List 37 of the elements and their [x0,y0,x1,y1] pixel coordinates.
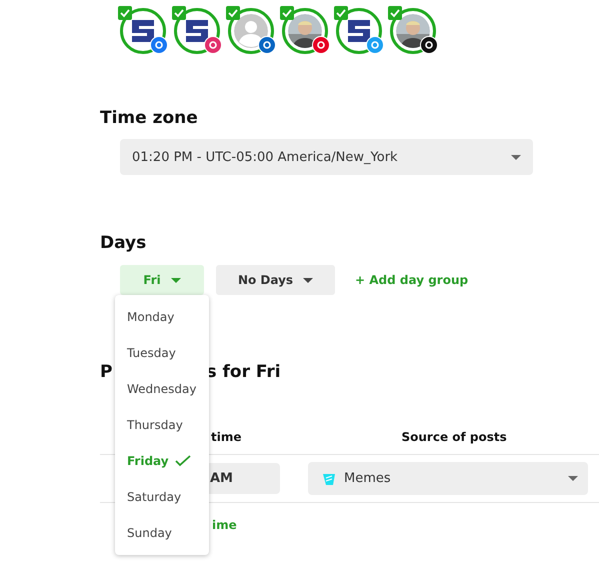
network-badge-icon [204,36,222,54]
day-menu-item[interactable]: Wednesday [115,371,209,407]
day-menu-item[interactable]: Tuesday [115,335,209,371]
network-badge-icon [420,36,438,54]
day-group-dropdown[interactable]: No Days [216,265,335,295]
source-select[interactable]: Memes [308,462,588,495]
day-menu-item[interactable]: Thursday [115,407,209,443]
section-heading: P [100,362,112,382]
day-menu-item[interactable]: Monday [115,299,209,335]
checkbox[interactable] [280,6,294,20]
caret-icon [511,154,521,160]
caret-icon [568,476,578,481]
day-menu-item[interactable]: Sunday [115,515,209,551]
network-badge-icon [312,36,330,54]
checkbox[interactable] [118,6,132,20]
caret-icon [303,278,314,282]
network-badge-icon [258,36,276,54]
account-avatar[interactable] [336,8,382,54]
section-heading: Days [100,233,148,253]
checkbox[interactable] [334,6,348,20]
checkmark-icon [174,455,191,467]
checkbox[interactable] [388,6,402,20]
time-zone-select[interactable]: 01:20 PM - UTC-05:00 America/New_York [120,139,533,175]
network-badge-icon [366,36,384,54]
column-header: time [211,430,242,446]
account-avatar[interactable] [390,8,436,54]
account-avatar[interactable] [282,8,328,54]
add-day-group-link[interactable]: + Add day group [355,273,468,287]
checkbox[interactable] [226,6,240,20]
section-heading: Time zone [100,108,199,128]
account-avatar[interactable] [120,8,166,54]
column-header: Source of posts [402,430,507,446]
add-time-link[interactable]: ime [212,518,237,532]
caret-icon [170,278,181,282]
account-avatar[interactable] [174,8,220,54]
network-badge-icon [150,36,168,54]
checkbox[interactable] [172,6,186,20]
